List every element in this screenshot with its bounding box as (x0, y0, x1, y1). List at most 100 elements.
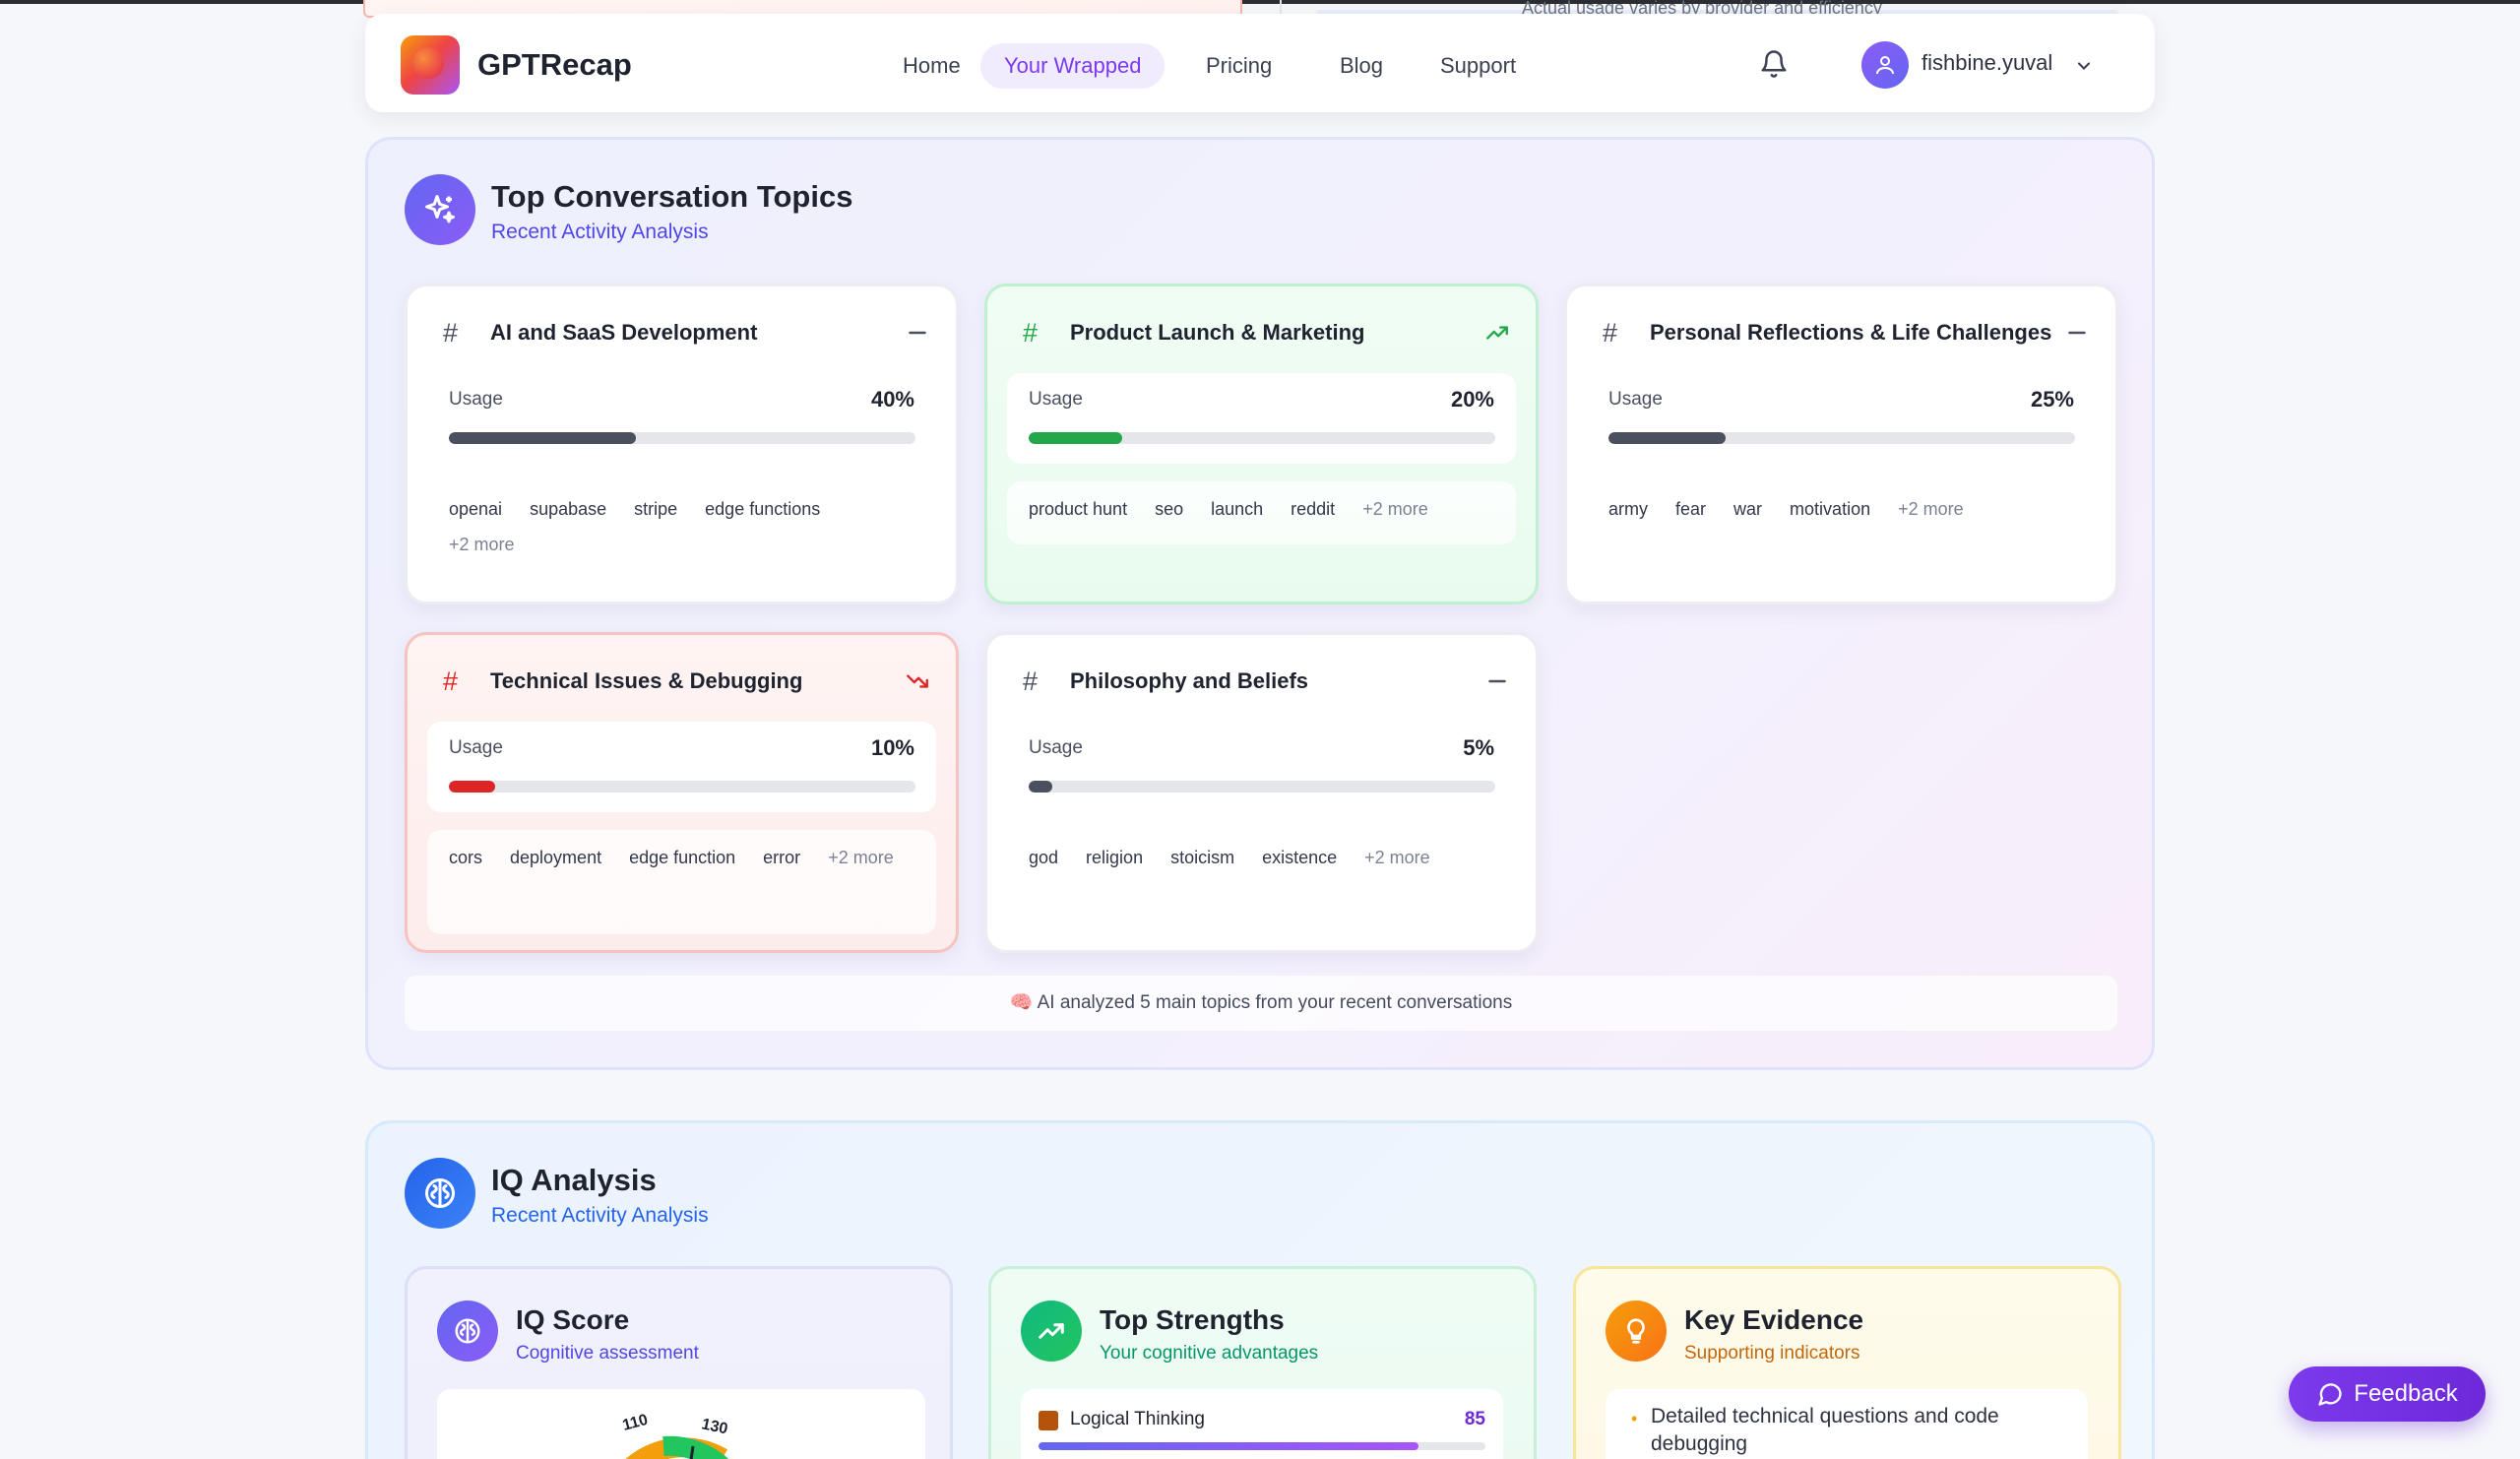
usage-bar-fill (1029, 781, 1052, 793)
iq-score-card: IQ Score Cognitive assessment 110 130 (405, 1266, 953, 1459)
chevron-down-icon[interactable] (2074, 56, 2094, 76)
usage-bar-fill (1029, 432, 1122, 444)
topic-card[interactable]: # Philosophy and Beliefs Usage 5% god re… (984, 632, 1539, 953)
section-title: IQ Analysis (491, 1163, 657, 1197)
keyword-list: cors deployment edge function error +2 m… (427, 830, 936, 934)
usage-label: Usage (449, 389, 503, 410)
keyword-tag: cors (449, 848, 483, 867)
topic-card[interactable]: # Technical Issues & Debugging Usage 10%… (405, 632, 959, 953)
usage-bar-fill (449, 781, 496, 793)
username[interactable]: fishbine.yuval (1922, 50, 2052, 76)
sparkles-icon (405, 174, 475, 245)
topic-title: AI and SaaS Development (490, 320, 758, 345)
strength-bar (1039, 1442, 1485, 1450)
usage-value: 10% (870, 735, 914, 760)
strength-score: 85 (1464, 1409, 1485, 1429)
hash-icon: # (1023, 318, 1039, 348)
keyword-list: god religion stoicism existence +2 more (1007, 830, 1516, 893)
usage-bar (449, 781, 915, 793)
topic-card[interactable]: # Personal Reflections & Life Challenges… (1564, 284, 2118, 604)
usage-bar (449, 432, 915, 444)
analysis-summary: 🧠 AI analyzed 5 main topics from your re… (405, 976, 2117, 1031)
nav-blog[interactable]: Blog (1316, 43, 1407, 89)
topic-title: Personal Reflections & Life Challenges (1650, 320, 2052, 345)
usage-box: Usage 5% (1007, 722, 1516, 812)
keyword-tag: launch (1211, 499, 1264, 519)
card-title: IQ Score (516, 1304, 630, 1335)
feedback-button[interactable]: Feedback (2289, 1366, 2486, 1422)
brand-logo[interactable] (401, 35, 460, 95)
iq-gauge-panel: 110 130 (437, 1389, 925, 1459)
keyword-tag: war (1733, 499, 1763, 519)
brand-name[interactable]: GPTRecap (477, 47, 632, 83)
usage-value: 5% (1463, 735, 1494, 760)
more-keywords[interactable]: +2 more (1351, 493, 1440, 523)
usage-bar (1029, 432, 1495, 444)
keyword-tag: god (1029, 848, 1059, 867)
nav-home[interactable]: Home (879, 43, 984, 89)
topic-card[interactable]: # Product Launch & Marketing Usage 20% p… (984, 284, 1539, 604)
trend-up-icon (1486, 326, 1508, 340)
usage-box: Usage 20% (1007, 373, 1516, 464)
usage-box: Usage 40% (427, 373, 936, 464)
nav-support[interactable]: Support (1417, 43, 1540, 89)
keyword-tag: seo (1155, 499, 1184, 519)
keyword-tag: edge function (629, 848, 736, 867)
message-circle-icon (2318, 1383, 2342, 1406)
keyword-list: openai supabase stripe edge functions +2… (427, 481, 936, 586)
nav-pricing[interactable]: Pricing (1182, 43, 1295, 89)
more-keywords[interactable]: +2 more (816, 842, 906, 871)
more-keywords[interactable]: +2 more (437, 529, 527, 558)
strength-bar-fill (1039, 1442, 1418, 1450)
usage-bar-fill (449, 432, 636, 444)
gauge-label-130: 130 (700, 1416, 729, 1437)
keyword-tag: existence (1262, 848, 1338, 867)
card-title: Key Evidence (1684, 1304, 1864, 1335)
keyword-list: product hunt seo launch reddit +2 more (1007, 481, 1516, 544)
usage-label: Usage (1608, 389, 1663, 410)
iq-gauge: 110 130 (621, 1412, 729, 1459)
usage-label: Usage (1029, 737, 1083, 758)
usage-bar (1029, 781, 1495, 793)
nav-your-wrapped[interactable]: Your Wrapped (980, 43, 1166, 89)
trend-flat-icon (2068, 331, 2086, 335)
hash-icon: # (1023, 666, 1039, 696)
iq-section: IQ Analysis Recent Activity Analysis IQ … (365, 1120, 2155, 1459)
strength-label: Logical Thinking (1070, 1409, 1205, 1429)
brain-icon (405, 1158, 475, 1229)
more-keywords[interactable]: +2 more (1353, 842, 1442, 871)
topics-section: Top Conversation Topics Recent Activity … (365, 137, 2155, 1070)
bell-icon[interactable] (1759, 49, 1789, 79)
keyword-tag: error (763, 848, 801, 867)
section-subtitle: Recent Activity Analysis (491, 1204, 709, 1227)
card-subtitle: Supporting indicators (1684, 1343, 1860, 1364)
bullet-icon: • (1631, 1409, 1638, 1428)
card-title: Top Strengths (1100, 1304, 1285, 1335)
topic-title: Product Launch & Marketing (1070, 320, 1365, 345)
gauge-needle (689, 1445, 695, 1459)
keyword-tag: deployment (510, 848, 602, 867)
keyword-tag: openai (449, 499, 503, 519)
navbar: GPTRecap Home Your Wrapped Pricing Blog … (365, 14, 2155, 112)
keyword-tag: supabase (530, 499, 607, 519)
topic-title: Philosophy and Beliefs (1070, 668, 1309, 693)
topic-card[interactable]: # AI and SaaS Development Usage 40% open… (405, 284, 959, 604)
usage-bar (1608, 432, 2075, 444)
section-title: Top Conversation Topics (491, 179, 853, 214)
more-keywords[interactable]: +2 more (1886, 493, 1976, 523)
trend-down-icon (907, 674, 928, 688)
card-subtitle: Your cognitive advantages (1100, 1343, 1319, 1364)
lightbulb-icon (1606, 1300, 1667, 1362)
evidence-item: Detailed technical questions and code de… (1651, 1405, 1999, 1455)
keyword-tag: reddit (1291, 499, 1336, 519)
hash-icon: # (1603, 318, 1618, 348)
feedback-label: Feedback (2354, 1380, 2458, 1407)
hash-icon: # (443, 318, 459, 348)
keyword-tag: army (1608, 499, 1648, 519)
section-subtitle: Recent Activity Analysis (491, 221, 709, 243)
brain-icon (437, 1300, 498, 1362)
usage-box: Usage 10% (427, 722, 936, 812)
evidence-list: • Detailed technical questions and code … (1606, 1389, 2088, 1459)
strength-item: Logical Thinking 85 (1021, 1389, 1503, 1459)
user-avatar[interactable] (1861, 41, 1909, 89)
